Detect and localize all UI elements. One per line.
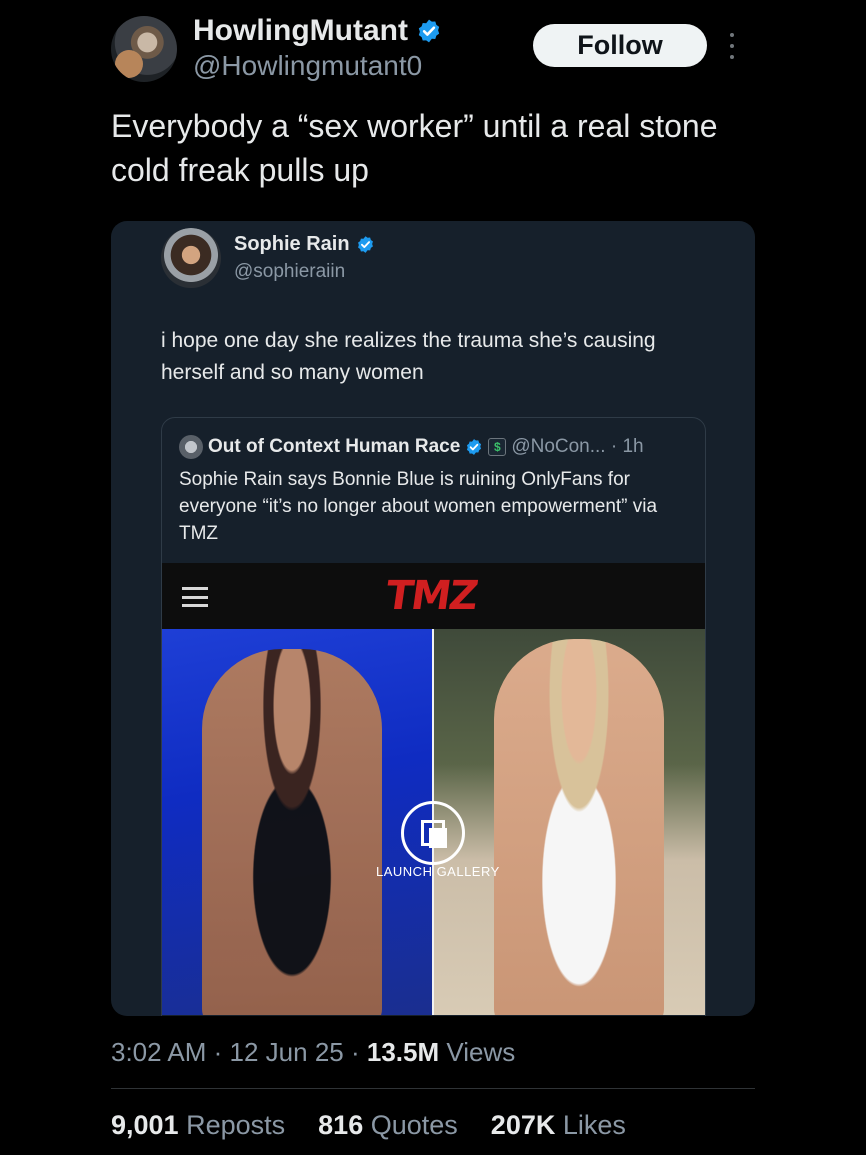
quoted-tweet-text: i hope one day she realizes the trauma s… [161, 329, 656, 384]
views-label: Views [446, 1037, 516, 1067]
media-photo-right [434, 629, 705, 1015]
likes-label: Likes [562, 1110, 626, 1140]
likes-stat[interactable]: 207K Likes [491, 1110, 626, 1141]
separator-dot: · [350, 1037, 367, 1067]
quoted-author-avatar[interactable] [161, 228, 221, 288]
nested-author-meta: @NoCon... · 1h [511, 436, 644, 457]
quoted-author-display-name[interactable]: Sophie Rain [234, 233, 350, 256]
verified-badge-icon [357, 236, 373, 253]
tmz-logo: TMZ [382, 573, 480, 619]
quoted-author-name-row[interactable]: Sophie Rain [234, 233, 375, 256]
tweet-text: Everybody a “sex worker” until a real st… [111, 108, 718, 188]
tweet-date[interactable]: 12 Jun 25 [230, 1037, 344, 1067]
views-count: 13.5M [366, 1037, 440, 1067]
author-name-row[interactable]: HowlingMutant [193, 14, 442, 48]
reposts-label: Reposts [186, 1110, 286, 1140]
nested-quoted-tweet-card[interactable]: Out of Context Human Race $ @NoCon... · … [161, 417, 706, 1016]
nested-author-avatar[interactable] [179, 435, 203, 459]
quotes-stat[interactable]: 816 Quotes [318, 1110, 458, 1141]
divider [111, 1088, 755, 1089]
author-avatar[interactable] [111, 16, 177, 82]
nested-tweet-text: Sophie Rain says Bonnie Blue is ruining … [179, 469, 658, 544]
nested-tweet-header[interactable]: Out of Context Human Race $ @NoCon... · … [179, 435, 644, 459]
likes-count: 207K [490, 1110, 556, 1140]
money-badge-icon: $ [488, 438, 507, 456]
tweet-timestamp-row: 3:02 AM · 12 Jun 25 · 13.5M Views [111, 1037, 515, 1068]
nested-tweet-media[interactable]: TMZ LAUNCH GALLERY [162, 563, 705, 1015]
reposts-stat[interactable]: 9,001 Reposts [111, 1110, 285, 1141]
launch-gallery-label[interactable]: LAUNCH GALLERY [376, 864, 500, 879]
follow-button[interactable]: Follow [533, 24, 707, 67]
tmz-header-bar: TMZ [162, 563, 705, 629]
quotes-count: 816 [318, 1110, 364, 1140]
nested-author-display-name[interactable]: Out of Context Human Race [208, 436, 460, 458]
author-display-name[interactable]: HowlingMutant [193, 14, 408, 48]
media-photo-left [162, 629, 432, 1015]
gallery-icon[interactable] [401, 801, 465, 865]
more-options-icon[interactable] [726, 33, 738, 59]
tweet-time[interactable]: 3:02 AM [111, 1037, 206, 1067]
reposts-count: 9,001 [111, 1110, 179, 1140]
menu-icon [182, 587, 208, 607]
verified-badge-icon [418, 19, 440, 43]
separator-dot: · [213, 1037, 230, 1067]
quoted-author-handle[interactable]: @sophieraiin [234, 261, 345, 283]
quoted-tweet-card[interactable]: Sophie Rain @sophieraiin i hope one day … [111, 221, 755, 1016]
quotes-label: Quotes [370, 1110, 458, 1140]
verified-badge-icon [467, 439, 482, 455]
engagement-stats: 9,001 Reposts 816 Quotes 207K Likes [111, 1110, 626, 1141]
author-handle[interactable]: @Howlingmutant0 [193, 50, 422, 82]
